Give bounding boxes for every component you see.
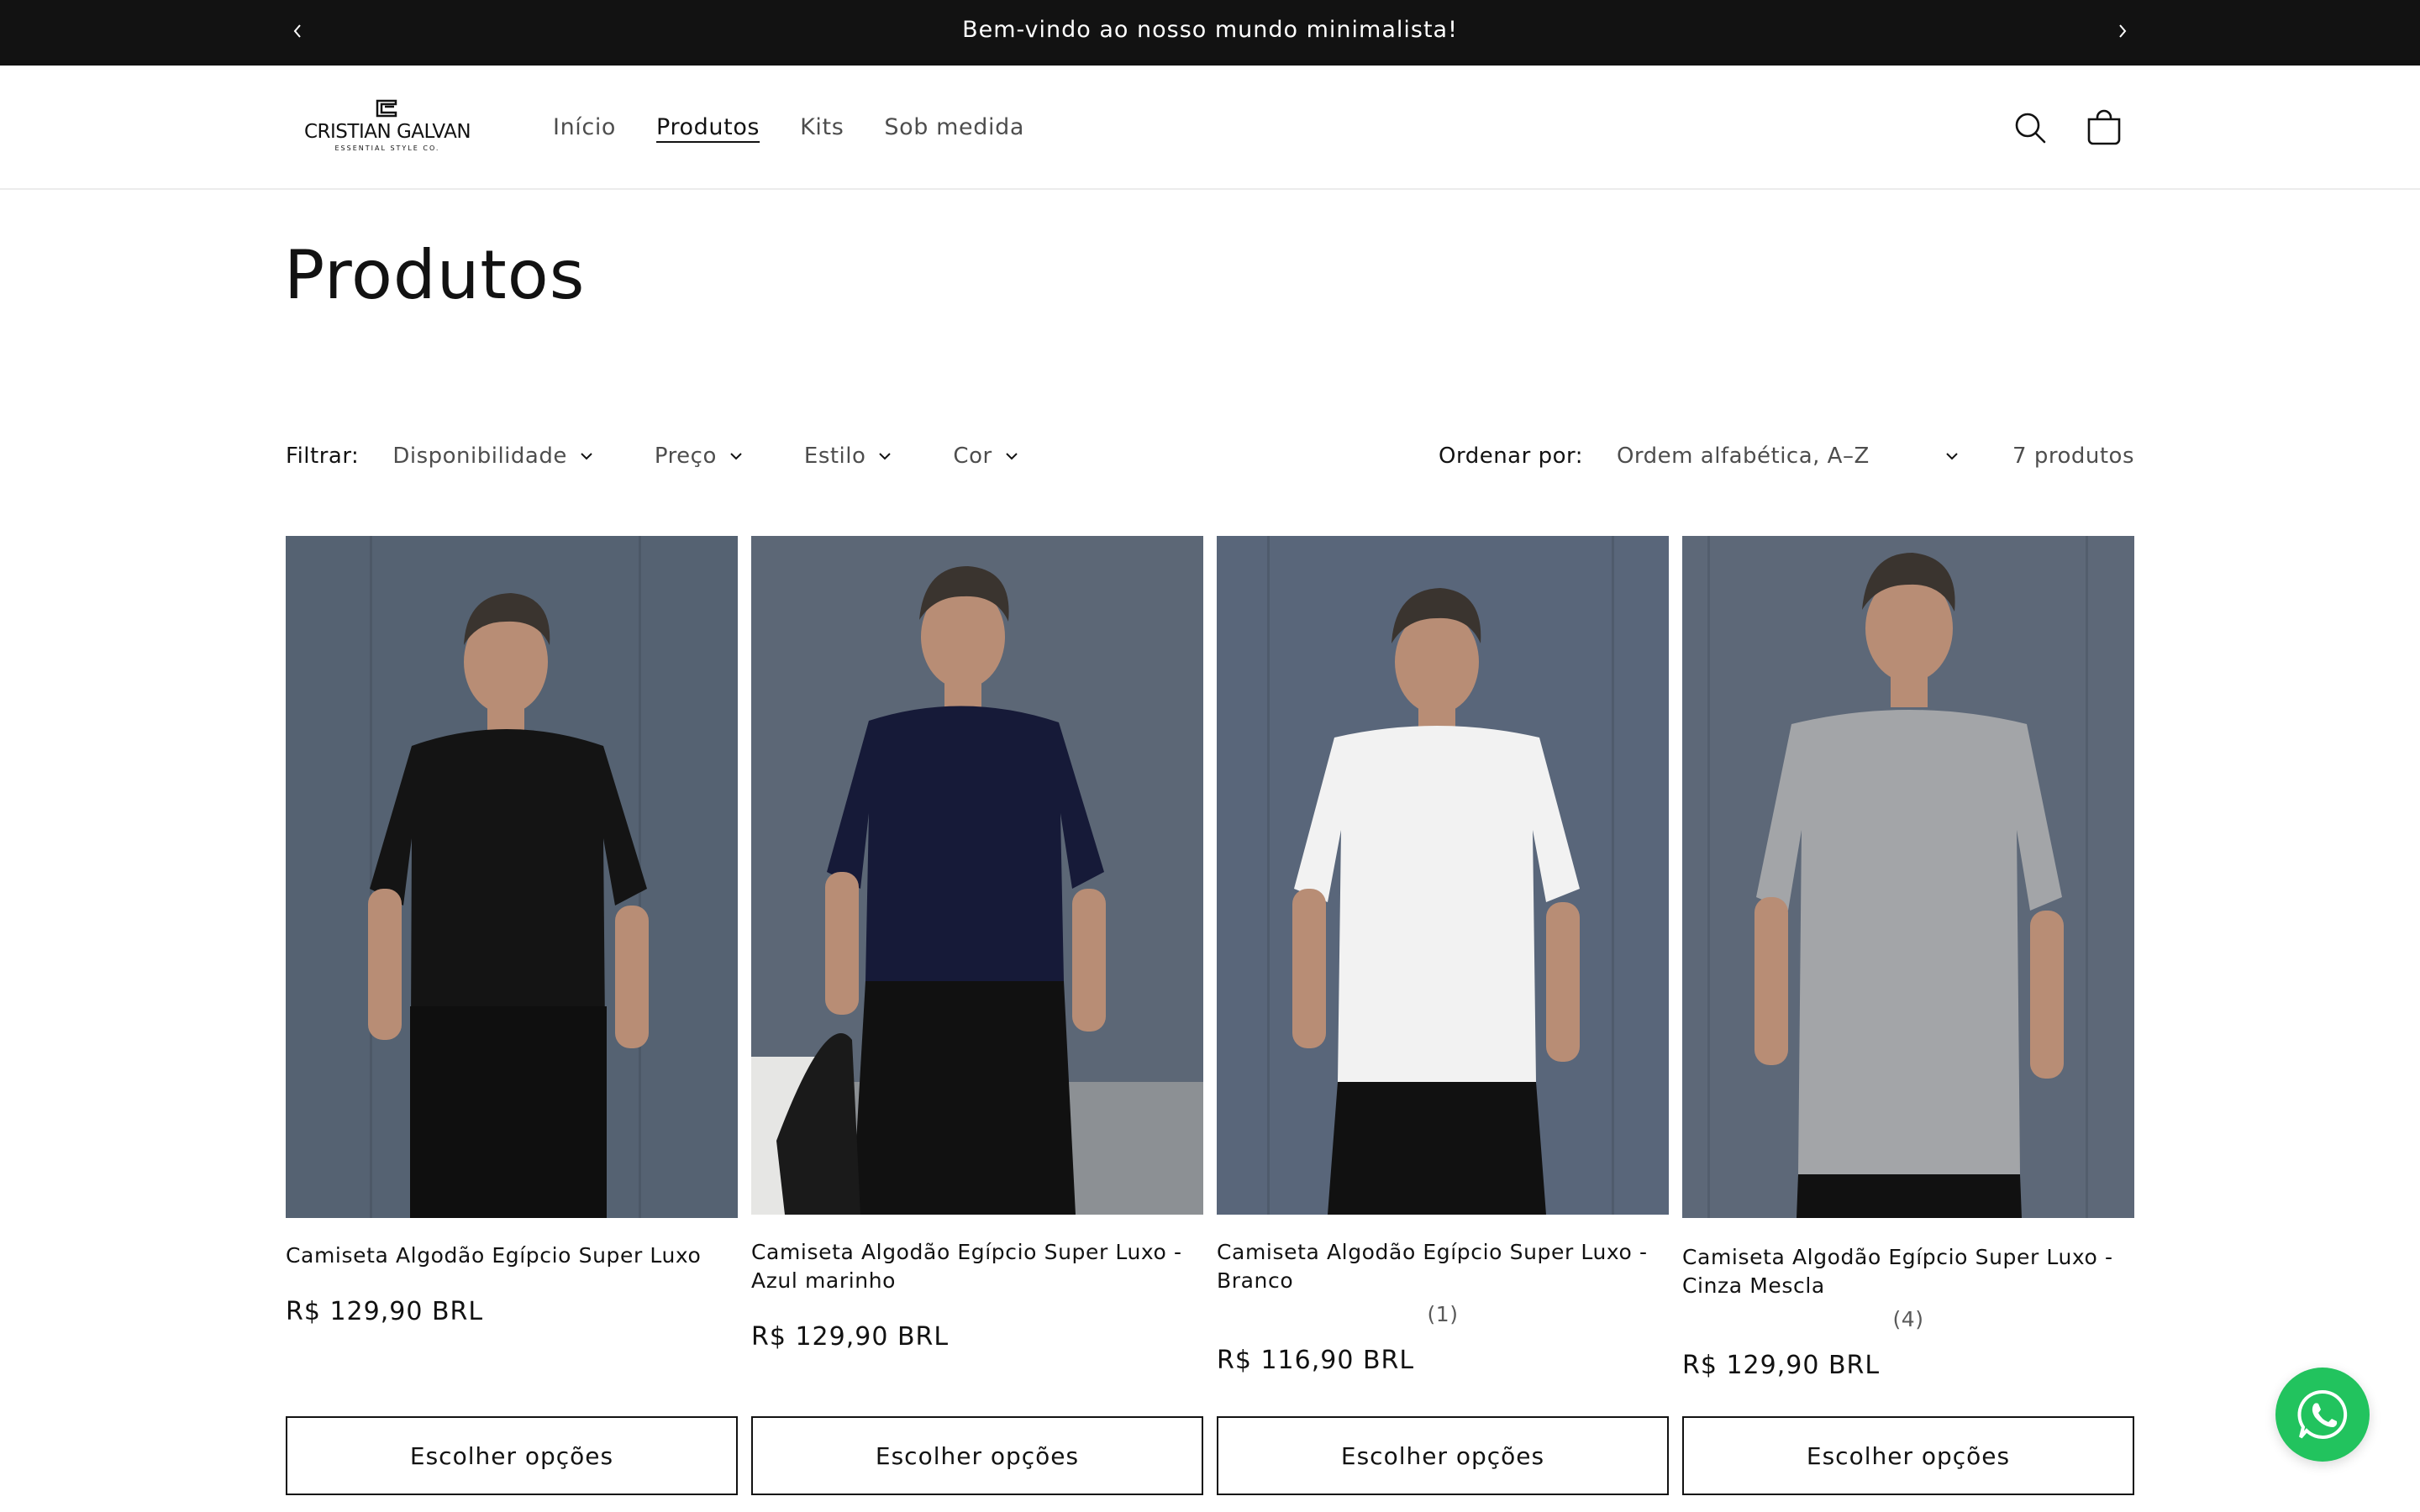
filter-estilo[interactable]: Estilo xyxy=(804,444,893,469)
product-rating-count: (4) xyxy=(1892,1307,1924,1331)
chevron-right-icon xyxy=(2119,24,2127,38)
whatsapp-icon xyxy=(2297,1389,2348,1439)
product-photo xyxy=(1682,536,2134,1218)
product-title[interactable]: Camiseta Algodão Egípcio Super Luxo - Br… xyxy=(1217,1238,1669,1295)
whatsapp-button[interactable] xyxy=(2275,1368,2370,1462)
product-photo xyxy=(286,536,738,1218)
announcement-message: Bem-vindo ao nosso mundo minimalista! xyxy=(962,17,1458,43)
filter-disponibilidade-label: Disponibilidade xyxy=(392,444,567,469)
nav-item-kits[interactable]: Kits xyxy=(800,109,844,146)
logo-mark-icon xyxy=(376,99,397,118)
chevron-down-icon xyxy=(730,453,742,460)
sort-selected-value: Ordem alfabética, A–Z xyxy=(1616,444,1870,469)
page-title: Produtos xyxy=(284,236,586,314)
choose-options-button[interactable]: Escolher opções xyxy=(286,1416,738,1495)
chevron-down-icon xyxy=(581,453,592,460)
chevron-down-icon xyxy=(1946,453,1958,460)
site-header: CRISTIAN GALVAN ESSENTIAL STYLE CO. Iníc… xyxy=(0,66,2420,190)
chevron-down-icon xyxy=(1005,453,1018,460)
product-photo xyxy=(1217,536,1669,1215)
announcement-bar: Bem-vindo ao nosso mundo minimalista! xyxy=(0,0,2420,66)
product-price: R$ 129,90 BRL xyxy=(751,1322,950,1352)
product-price: R$ 116,90 BRL xyxy=(1217,1346,1415,1375)
search-icon xyxy=(2015,113,2046,144)
main-nav: Início Produtos Kits Sob medida xyxy=(553,109,1065,146)
filter-label: Filtrar: xyxy=(286,444,360,469)
product-price: R$ 129,90 BRL xyxy=(1682,1351,1881,1380)
sort-select[interactable]: Ordem alfabética, A–Z xyxy=(1617,444,1960,469)
product-title[interactable]: Camiseta Algodão Egípcio Super Luxo - Az… xyxy=(751,1238,1203,1295)
product-image[interactable] xyxy=(286,536,738,1218)
filter-preco-label: Preço xyxy=(654,444,717,469)
product-price: R$ 129,90 BRL xyxy=(286,1297,484,1326)
product-title[interactable]: Camiseta Algodão Egípcio Super Luxo xyxy=(286,1242,738,1270)
chevron-down-icon xyxy=(879,453,892,460)
choose-options-button[interactable]: Escolher opções xyxy=(1682,1416,2134,1495)
cart-button[interactable] xyxy=(2079,102,2129,153)
product-photo xyxy=(751,536,1203,1215)
product-title[interactable]: Camiseta Algodão Egípcio Super Luxo - Ci… xyxy=(1682,1243,2134,1300)
filter-preco[interactable]: Preço xyxy=(655,444,744,469)
store-logo[interactable]: CRISTIAN GALVAN ESSENTIAL STYLE CO. xyxy=(284,96,491,156)
nav-item-produtos[interactable]: Produtos xyxy=(656,109,760,146)
filter-estilo-label: Estilo xyxy=(803,444,866,469)
product-image[interactable] xyxy=(1217,536,1669,1215)
logo-name: CRISTIAN GALVAN xyxy=(303,121,471,143)
announcement-next-button[interactable] xyxy=(2107,16,2138,46)
filter-bar: Filtrar: Disponibilidade Preço Estilo Co… xyxy=(286,437,1080,475)
product-image[interactable] xyxy=(1682,536,2134,1218)
filter-disponibilidade[interactable]: Disponibilidade xyxy=(392,444,594,469)
filter-cor[interactable]: Cor xyxy=(953,444,1018,469)
search-button[interactable] xyxy=(2005,102,2055,153)
filter-cor-label: Cor xyxy=(953,444,992,469)
nav-item-sob-medida[interactable]: Sob medida xyxy=(884,109,1024,146)
product-image[interactable] xyxy=(751,536,1203,1215)
nav-item-inicio[interactable]: Início xyxy=(553,109,616,146)
cart-icon xyxy=(2087,109,2121,145)
logo-tagline: ESSENTIAL STYLE CO. xyxy=(334,144,440,152)
choose-options-button[interactable]: Escolher opções xyxy=(1217,1416,1669,1495)
sort-control: Ordenar por: Ordem alfabética, A–Z xyxy=(1439,437,1960,475)
choose-options-button[interactable]: Escolher opções xyxy=(751,1416,1203,1495)
product-count: 7 produtos xyxy=(2012,444,2134,469)
product-rating-count: (1) xyxy=(1427,1302,1459,1326)
sort-label: Ordenar por: xyxy=(1439,444,1583,469)
